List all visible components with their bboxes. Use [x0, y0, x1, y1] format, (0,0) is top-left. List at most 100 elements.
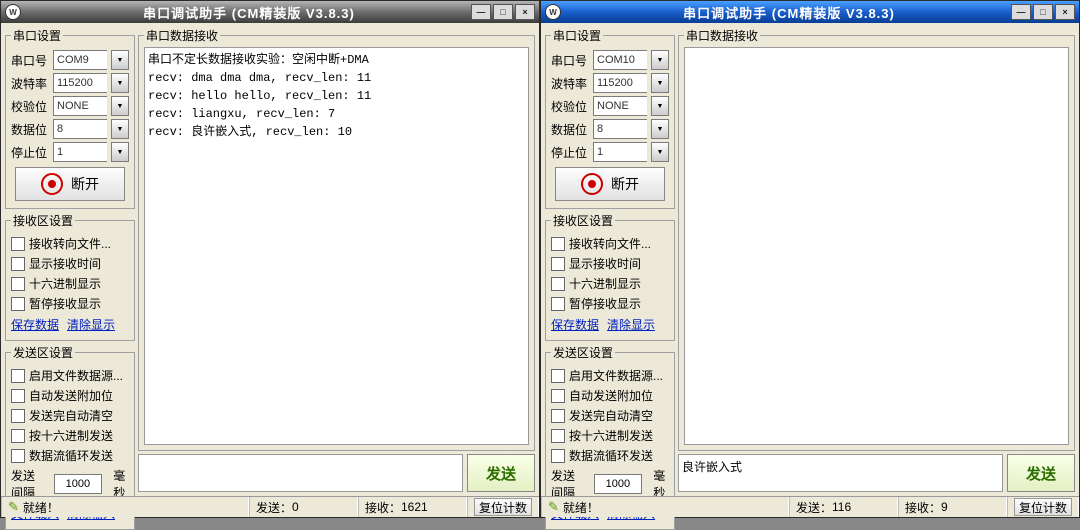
serial-settings-legend: 串口设置: [11, 27, 63, 44]
chevron-down-icon[interactable]: ▼: [111, 73, 129, 93]
serial-settings-group: 串口设置 串口号▼ 波特率▼ 校验位▼ 数据位▼ 停止位▼ 断开: [545, 27, 675, 209]
recv-settings-group: 接收区设置 接收转向文件... 显示接收时间 十六进制显示 暂停接收显示 保存数…: [545, 212, 675, 341]
window-title: 串口调试助手 (CM精装版 V3.8.3): [567, 3, 1011, 22]
save-data-link[interactable]: 保存数据: [11, 316, 59, 333]
chevron-down-icon[interactable]: ▼: [651, 96, 669, 116]
recv-textarea[interactable]: [144, 47, 529, 445]
parity-select[interactable]: [53, 96, 107, 116]
hex-display-checkbox[interactable]: 十六进制显示: [11, 275, 129, 292]
show-time-checkbox[interactable]: 显示接收时间: [11, 255, 129, 272]
sent-count: 116: [832, 500, 851, 514]
stop-label: 停止位: [11, 144, 49, 161]
chevron-down-icon[interactable]: ▼: [111, 50, 129, 70]
maximize-button[interactable]: □: [493, 4, 513, 20]
send-settings-legend: 发送区设置: [11, 344, 75, 361]
port-select[interactable]: [593, 50, 647, 70]
port-select[interactable]: [53, 50, 107, 70]
recv-settings-legend: 接收区设置: [11, 212, 75, 229]
recv-area-group: 串口数据接收: [678, 27, 1075, 451]
port-label: 串口号: [11, 52, 49, 69]
parity-label: 校验位: [551, 98, 589, 115]
interval-input[interactable]: [54, 474, 102, 494]
status-ready: 就绪！: [23, 499, 59, 516]
close-button[interactable]: ×: [1055, 4, 1075, 20]
window-body: 串口设置 串口号 ▼ 波特率 ▼ 校验位 ▼ 数据位 ▼ 停止位 ▼ 断开 接收区设置 接…: [1, 23, 539, 496]
parity-select[interactable]: [593, 96, 647, 116]
loop-send-checkbox[interactable]: 数据流循环发送: [11, 447, 129, 464]
chevron-down-icon[interactable]: ▼: [651, 119, 669, 139]
chevron-down-icon[interactable]: ▼: [651, 50, 669, 70]
connection-icon: [581, 173, 603, 195]
hex-send-checkbox[interactable]: 按十六进制发送: [11, 427, 129, 444]
stop-label: 停止位: [551, 144, 589, 161]
auto-append-checkbox[interactable]: 自动发送附加位: [551, 387, 669, 404]
close-button[interactable]: ×: [515, 4, 535, 20]
connection-icon: [41, 173, 63, 195]
app-icon: W: [5, 4, 21, 20]
recv-area-group: 串口数据接收: [138, 27, 535, 451]
file-source-checkbox[interactable]: 启用文件数据源...: [11, 367, 129, 384]
reset-count-button[interactable]: 复位计数: [1014, 498, 1072, 516]
maximize-button[interactable]: □: [1033, 4, 1053, 20]
status-ready: 就绪！: [563, 499, 599, 516]
recv-area-legend: 串口数据接收: [684, 27, 760, 44]
file-source-checkbox[interactable]: 启用文件数据源...: [551, 367, 669, 384]
chevron-down-icon[interactable]: ▼: [111, 96, 129, 116]
stop-select[interactable]: [593, 142, 647, 162]
loop-send-checkbox[interactable]: 数据流循环发送: [551, 447, 669, 464]
chevron-down-icon[interactable]: ▼: [111, 142, 129, 162]
window-right: W 串口调试助手 (CM精装版 V3.8.3) — □ × 串口设置 串口号▼ …: [540, 0, 1080, 518]
pause-display-checkbox[interactable]: 暂停接收显示: [551, 295, 669, 312]
data-label: 数据位: [551, 121, 589, 138]
recv-textarea[interactable]: [684, 47, 1069, 445]
stop-select[interactable]: [53, 142, 107, 162]
window-title: 串口调试助手 (CM精装版 V3.8.3): [27, 3, 471, 22]
statusbar: ✎就绪！ 发送：116 接收：9 复位计数: [541, 496, 1079, 517]
minimize-button[interactable]: —: [1011, 4, 1031, 20]
hex-display-checkbox[interactable]: 十六进制显示: [551, 275, 669, 292]
app-icon: W: [545, 4, 561, 20]
hex-send-checkbox[interactable]: 按十六进制发送: [551, 427, 669, 444]
data-select[interactable]: [593, 119, 647, 139]
window-body: 串口设置 串口号▼ 波特率▼ 校验位▼ 数据位▼ 停止位▼ 断开 接收区设置 接…: [541, 23, 1079, 496]
recv-settings-group: 接收区设置 接收转向文件... 显示接收时间 十六进制显示 暂停接收显示 保存数…: [5, 212, 135, 341]
disconnect-button[interactable]: 断开: [15, 167, 125, 201]
parity-label: 校验位: [11, 98, 49, 115]
interval-input[interactable]: [594, 474, 642, 494]
leaf-icon: ✎: [548, 499, 559, 515]
titlebar[interactable]: W 串口调试助手 (CM精装版 V3.8.3) — □ ×: [1, 1, 539, 23]
chevron-down-icon[interactable]: ▼: [651, 142, 669, 162]
chevron-down-icon[interactable]: ▼: [651, 73, 669, 93]
recv-to-file-checkbox[interactable]: 接收转向文件...: [11, 235, 129, 252]
show-time-checkbox[interactable]: 显示接收时间: [551, 255, 669, 272]
send-button[interactable]: 发送: [467, 454, 535, 492]
titlebar[interactable]: W 串口调试助手 (CM精装版 V3.8.3) — □ ×: [541, 1, 1079, 23]
reset-count-button[interactable]: 复位计数: [474, 498, 532, 516]
recv-settings-legend: 接收区设置: [551, 212, 615, 229]
auto-clear-checkbox[interactable]: 发送完自动清空: [551, 407, 669, 424]
save-data-link[interactable]: 保存数据: [551, 316, 599, 333]
send-textarea[interactable]: [138, 454, 463, 492]
baud-select[interactable]: [53, 73, 107, 93]
disconnect-button[interactable]: 断开: [555, 167, 665, 201]
auto-clear-checkbox[interactable]: 发送完自动清空: [11, 407, 129, 424]
minimize-button[interactable]: —: [471, 4, 491, 20]
recv-to-file-checkbox[interactable]: 接收转向文件...: [551, 235, 669, 252]
baud-label: 波特率: [551, 75, 589, 92]
send-textarea[interactable]: [678, 454, 1003, 492]
send-button[interactable]: 发送: [1007, 454, 1075, 492]
pause-display-checkbox[interactable]: 暂停接收显示: [11, 295, 129, 312]
auto-append-checkbox[interactable]: 自动发送附加位: [11, 387, 129, 404]
recv-area-legend: 串口数据接收: [144, 27, 220, 44]
data-select[interactable]: [53, 119, 107, 139]
clear-display-link[interactable]: 清除显示: [607, 316, 655, 333]
statusbar: ✎就绪！ 发送：0 接收：1621 复位计数: [1, 496, 539, 517]
window-left: W 串口调试助手 (CM精装版 V3.8.3) — □ × 串口设置 串口号 ▼ …: [0, 0, 540, 518]
data-label: 数据位: [11, 121, 49, 138]
baud-label: 波特率: [11, 75, 49, 92]
recv-count: 1621: [401, 500, 428, 514]
clear-display-link[interactable]: 清除显示: [67, 316, 115, 333]
baud-select[interactable]: [593, 73, 647, 93]
recv-count: 9: [941, 500, 948, 514]
chevron-down-icon[interactable]: ▼: [111, 119, 129, 139]
